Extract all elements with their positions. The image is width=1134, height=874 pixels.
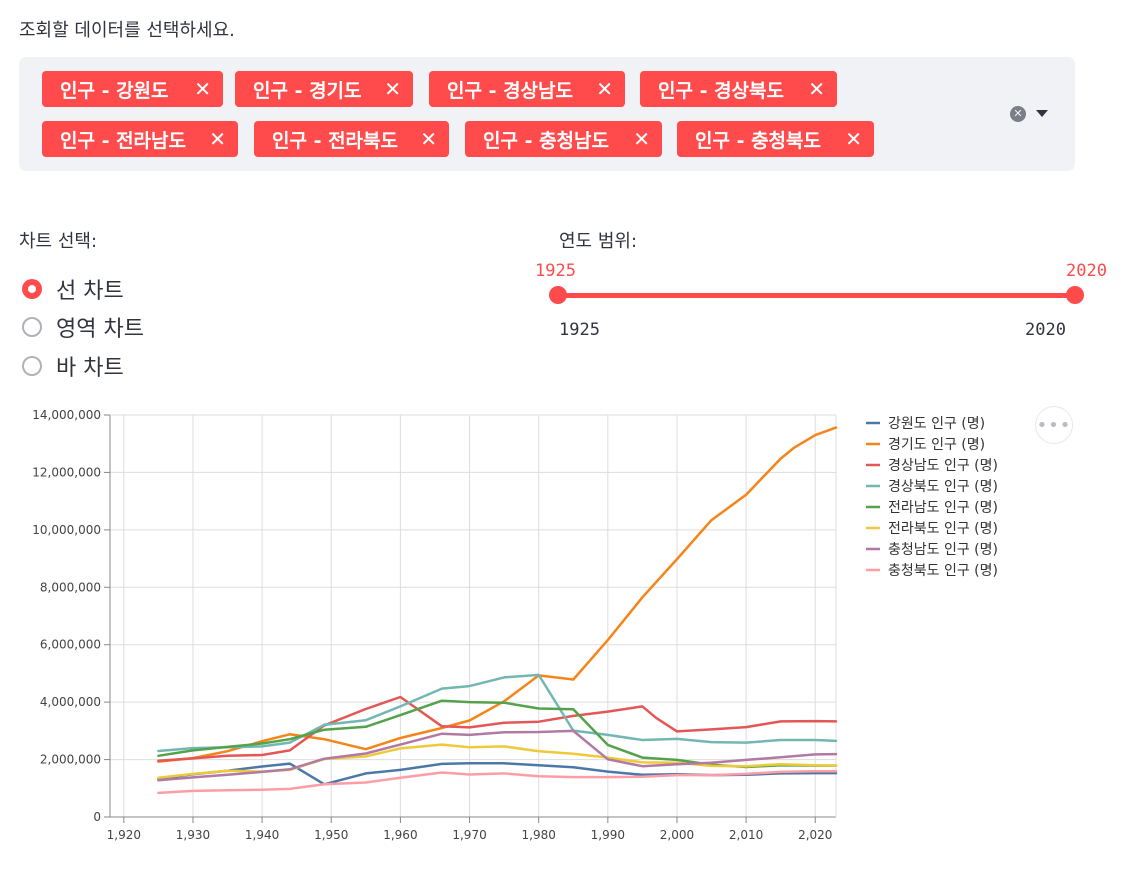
y-tick-label: 4,000,000 — [40, 695, 101, 709]
remove-tag-icon[interactable]: ✕ — [209, 121, 226, 157]
slider-high-value: 2020 — [1066, 261, 1107, 281]
y-tick-label: 6,000,000 — [40, 638, 101, 652]
slider-min-label: 1925 — [559, 320, 600, 340]
clear-all-icon[interactable]: ✕ — [1010, 106, 1026, 122]
slider-high-handle[interactable] — [1066, 286, 1084, 304]
radio-label: 선 차트 — [56, 279, 124, 304]
slider-low-value: 1925 — [535, 261, 576, 281]
remove-tag-icon[interactable]: ✕ — [194, 71, 211, 107]
radio-bar-chart[interactable]: 바 차트 — [22, 350, 124, 382]
x-tick-label: 1,950 — [314, 828, 348, 842]
tag-label: 인구 - 충청북도 — [695, 129, 821, 152]
y-tick-label: 0 — [93, 810, 101, 824]
multiselect-prompt: 조회할 데이터를 선택하세요. — [19, 20, 235, 41]
x-tick-label: 1,960 — [383, 828, 417, 842]
remove-tag-icon[interactable]: ✕ — [596, 71, 613, 107]
remove-tag-icon[interactable]: ✕ — [808, 71, 825, 107]
tag-label: 인구 - 경상북도 — [658, 79, 784, 102]
x-tick-label: 1,970 — [452, 828, 486, 842]
remove-tag-icon[interactable]: ✕ — [420, 121, 437, 157]
x-tick-label: 2,010 — [729, 828, 763, 842]
y-tick-label: 14,000,000 — [32, 408, 101, 422]
series-line — [157, 770, 838, 795]
remove-tag-icon[interactable]: ✕ — [845, 121, 862, 157]
y-tick-label: 12,000,000 — [32, 465, 101, 479]
selected-tag: 인구 - 경기도 ✕ — [235, 71, 413, 107]
tag-label: 인구 - 전라남도 — [60, 129, 186, 152]
selected-tag: 인구 - 경상북도 ✕ — [640, 71, 837, 107]
tag-label: 인구 - 경상남도 — [447, 79, 573, 102]
legend-label: 충청남도 인구 (명) — [888, 542, 998, 558]
radio-unselected-icon — [22, 356, 42, 376]
radio-label: 영역 차트 — [56, 317, 144, 342]
y-tick-label: 8,000,000 — [40, 580, 101, 594]
tag-label: 인구 - 전라북도 — [272, 129, 398, 152]
remove-tag-icon[interactable]: ✕ — [384, 71, 401, 107]
x-tick-label: 1,980 — [522, 828, 556, 842]
y-tick-label: 2,000,000 — [40, 753, 101, 767]
tag-label: 인구 - 경기도 — [253, 79, 362, 102]
x-tick-label: 1,990 — [591, 828, 625, 842]
chevron-down-icon[interactable] — [1036, 110, 1048, 117]
slider-low-handle[interactable] — [549, 286, 567, 304]
series-line — [157, 426, 838, 763]
radio-label: 바 차트 — [56, 356, 124, 381]
population-line-chart: 0 2,000,000 4,000,000 6,000,000 8,000,000 10,… — [32, 408, 998, 842]
chart-menu-icon[interactable]: ••• — [1035, 406, 1073, 444]
radio-area-chart[interactable]: 영역 차트 — [22, 311, 144, 343]
radio-unselected-icon — [22, 317, 42, 337]
legend-label: 경상남도 인구 (명) — [888, 458, 998, 474]
y-tick-label: 10,000,000 — [32, 523, 101, 537]
tag-label: 인구 - 강원도 — [60, 79, 169, 102]
tag-label: 인구 - 충청남도 — [483, 129, 609, 152]
legend-label: 경상북도 인구 (명) — [888, 479, 998, 495]
legend-label: 경기도 인구 (명) — [888, 437, 985, 453]
x-tick-label: 1,920 — [107, 828, 141, 842]
legend-label: 충청북도 인구 (명) — [888, 563, 998, 579]
slider-max-label: 2020 — [1025, 320, 1066, 340]
remove-tag-icon[interactable]: ✕ — [633, 121, 650, 157]
year-range-label: 연도 범위: — [559, 231, 638, 252]
selected-tag: 인구 - 충청남도 ✕ — [465, 121, 662, 157]
slider-track[interactable] — [558, 293, 1075, 298]
x-tick-label: 1,930 — [176, 828, 210, 842]
selected-tag: 인구 - 경상남도 ✕ — [429, 71, 625, 107]
radio-line-chart[interactable]: 선 차트 — [22, 273, 124, 305]
selected-tag: 인구 - 강원도 ✕ — [42, 71, 223, 107]
radio-selected-icon — [22, 279, 42, 299]
legend-label: 강원도 인구 (명) — [888, 416, 985, 432]
selected-tag: 인구 - 충청북도 ✕ — [677, 121, 874, 157]
x-tick-label: 1,940 — [245, 828, 279, 842]
chart-select-label: 차트 선택: — [19, 231, 98, 252]
x-tick-label: 2,020 — [798, 828, 832, 842]
series-line — [157, 673, 838, 753]
legend-label: 전라남도 인구 (명) — [888, 500, 998, 516]
x-tick-label: 2,000 — [660, 828, 694, 842]
selected-tag: 인구 - 전라북도 ✕ — [254, 121, 449, 157]
selected-tag: 인구 - 전라남도 ✕ — [42, 121, 238, 157]
legend-label: 전라북도 인구 (명) — [888, 521, 998, 537]
